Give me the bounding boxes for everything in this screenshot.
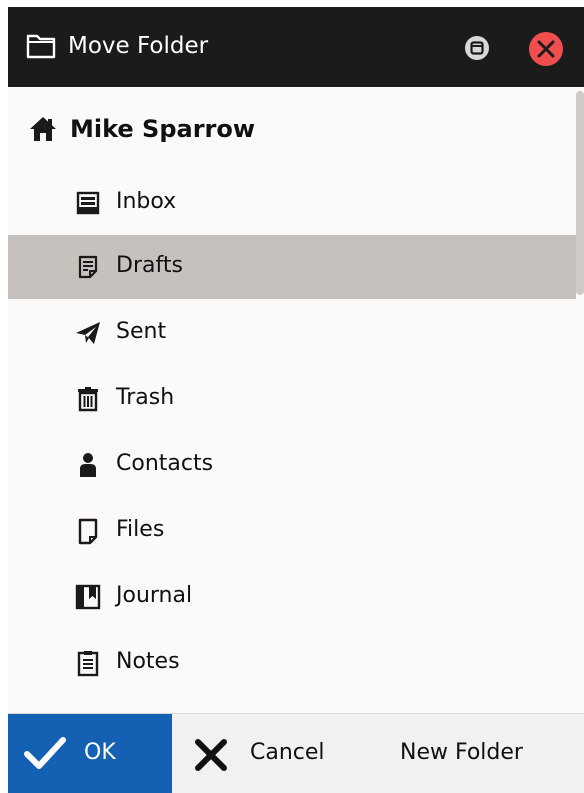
file-icon: [78, 518, 98, 545]
folder-label: Files: [116, 517, 165, 542]
x-icon: [195, 739, 227, 771]
folder-label: Notes: [116, 649, 180, 674]
home-icon: [30, 117, 56, 141]
title-bar: Move Folder: [8, 7, 584, 87]
trash-icon: [78, 387, 98, 412]
folder-icon: [26, 34, 56, 59]
folder-list[interactable]: Mike Sparrow Inbox Drafts Sent Trash Con…: [8, 87, 584, 713]
folder-label: Sent: [116, 319, 167, 344]
account-name: Mike Sparrow: [70, 115, 256, 143]
paper-plane-icon: [76, 322, 100, 344]
dialog-title: Move Folder: [68, 33, 209, 59]
folder-item-drafts[interactable]: Drafts: [8, 235, 576, 299]
restore-icon[interactable]: [464, 35, 490, 61]
cancel-button[interactable]: Cancel: [172, 714, 372, 793]
dialog-footer: OK Cancel New Folder: [8, 713, 584, 793]
cancel-button-label: Cancel: [250, 740, 325, 765]
new-folder-button[interactable]: New Folder: [372, 714, 584, 793]
folder-item-sent[interactable]: Sent: [8, 301, 576, 365]
folder-label: Journal: [116, 583, 193, 608]
move-folder-dialog: Move Folder Mike Sparrow Inbox Drafts Se…: [8, 7, 584, 793]
folder-item-files[interactable]: Files: [8, 499, 576, 563]
folder-item-trash[interactable]: Trash: [8, 367, 576, 431]
folder-label: Inbox: [116, 189, 177, 214]
ok-button-label: OK: [84, 740, 116, 765]
close-icon[interactable]: [528, 31, 564, 67]
checkmark-icon: [24, 737, 66, 769]
drafts-icon: [78, 255, 98, 279]
folder-item-inbox[interactable]: Inbox: [8, 171, 576, 235]
account-node[interactable]: Mike Sparrow: [8, 87, 568, 171]
folder-label: Trash: [116, 385, 175, 410]
folder-label: Contacts: [116, 451, 214, 476]
inbox-icon: [76, 191, 100, 215]
scrollbar-thumb[interactable]: [576, 91, 584, 295]
ok-button[interactable]: OK: [8, 714, 172, 793]
new-folder-button-label: New Folder: [400, 740, 523, 765]
folder-item-contacts[interactable]: Contacts: [8, 433, 576, 497]
person-icon: [80, 453, 96, 477]
folder-item-notes[interactable]: Notes: [8, 631, 576, 695]
folder-item-journal[interactable]: Journal: [8, 565, 576, 629]
journal-icon: [75, 584, 101, 610]
folder-label: Drafts: [116, 253, 183, 278]
notes-icon: [77, 651, 99, 677]
